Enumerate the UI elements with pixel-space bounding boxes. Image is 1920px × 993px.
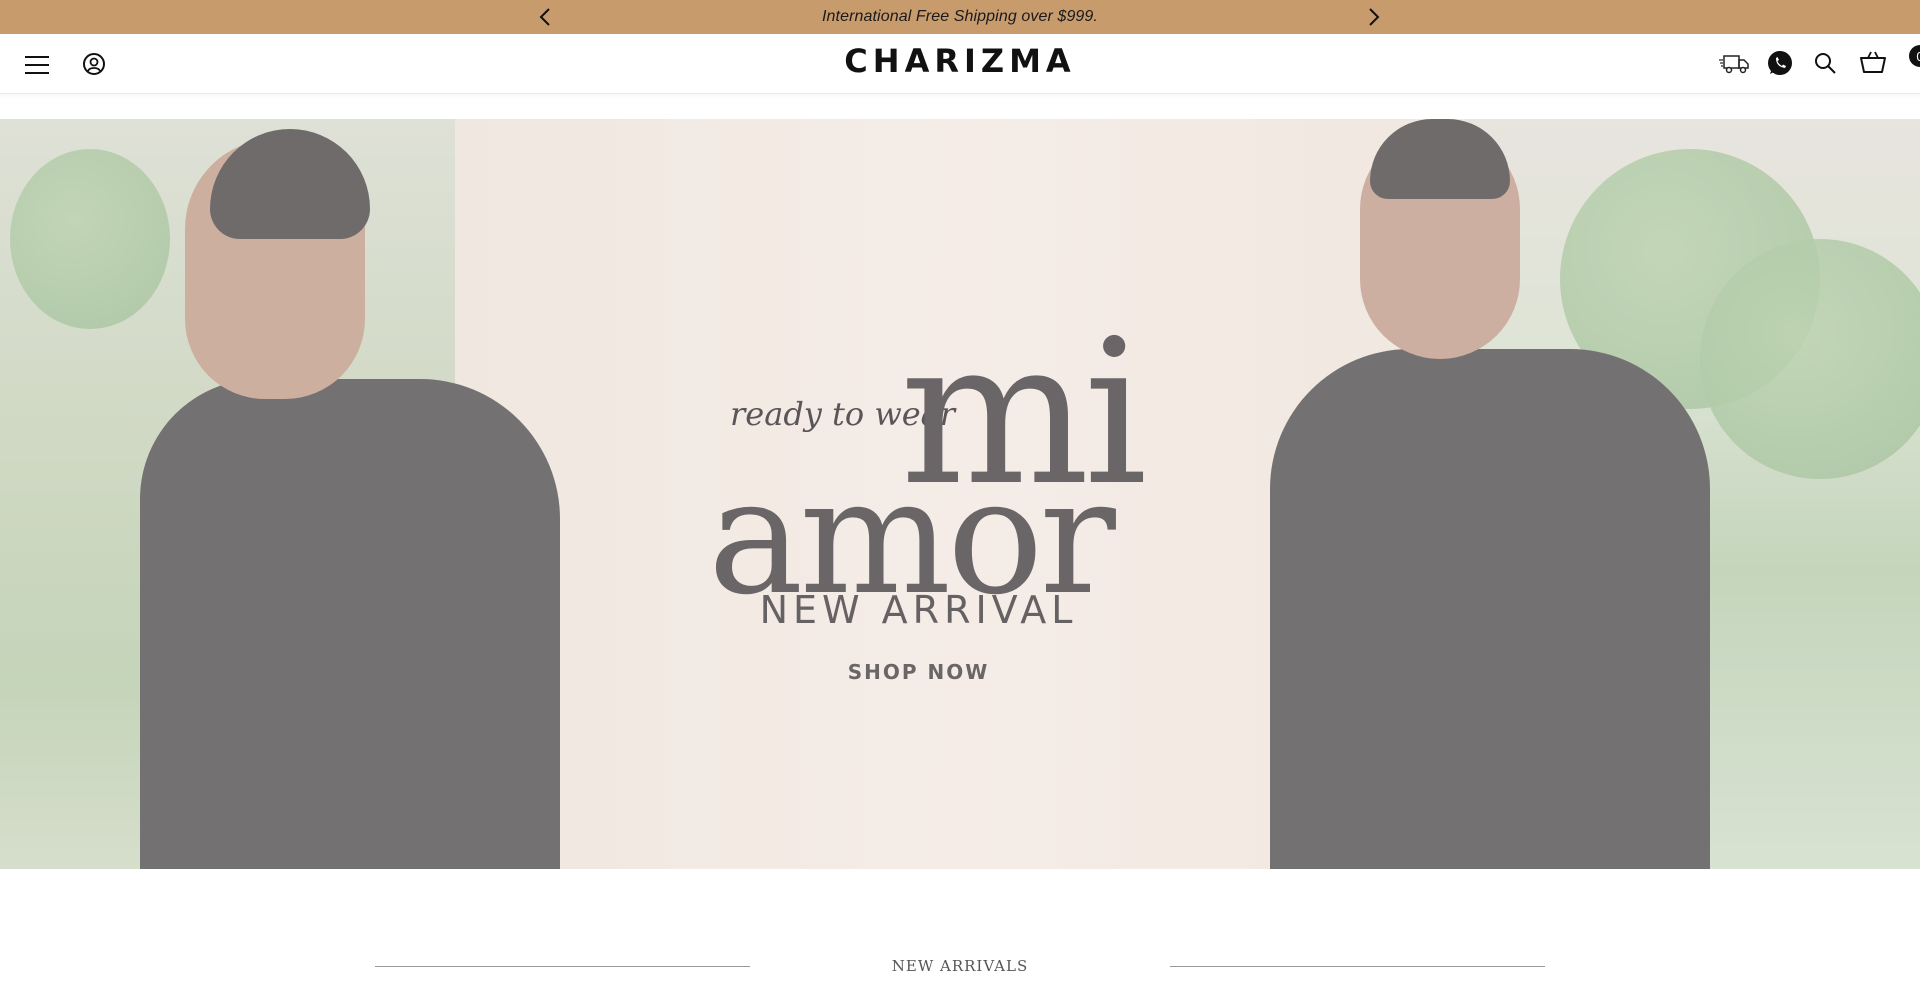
announcement-next-button[interactable] (1361, 4, 1387, 30)
whatsapp-button[interactable] (1766, 49, 1794, 77)
search-button[interactable] (1812, 50, 1838, 76)
cart-button[interactable] (1858, 48, 1888, 78)
shopping-cart-icon (1860, 51, 1886, 73)
section-title: NEW ARRIVALS (891, 957, 1029, 975)
whatsapp-icon (1768, 51, 1792, 75)
site-logo[interactable]: CHARIZMA (0, 42, 1920, 80)
chevron-right-icon (1369, 8, 1380, 26)
search-icon (1815, 53, 1836, 74)
delivery-truck-icon (1719, 55, 1749, 74)
shop-now-button[interactable]: SHOP NOW (0, 660, 1837, 684)
site-header: CHARIZMA 0 (0, 34, 1920, 94)
announcement-message: International Free Shipping over $999. (822, 8, 1098, 25)
hero-subtitle: NEW ARRIVAL (759, 588, 1078, 632)
chevron-left-icon (539, 8, 550, 26)
announcement-prev-button[interactable] (532, 4, 558, 30)
hero-text-block: ready to wear mi amor NEW ARRIVAL SHOP N… (0, 119, 1920, 869)
new-arrivals-heading: NEW ARRIVALS (0, 955, 1920, 979)
shipping-button[interactable] (1717, 49, 1751, 79)
hero-banner[interactable]: ready to wear mi amor NEW ARRIVAL SHOP N… (0, 119, 1920, 869)
announcement-bar: International Free Shipping over $999. (0, 0, 1920, 34)
divider (1170, 966, 1545, 967)
